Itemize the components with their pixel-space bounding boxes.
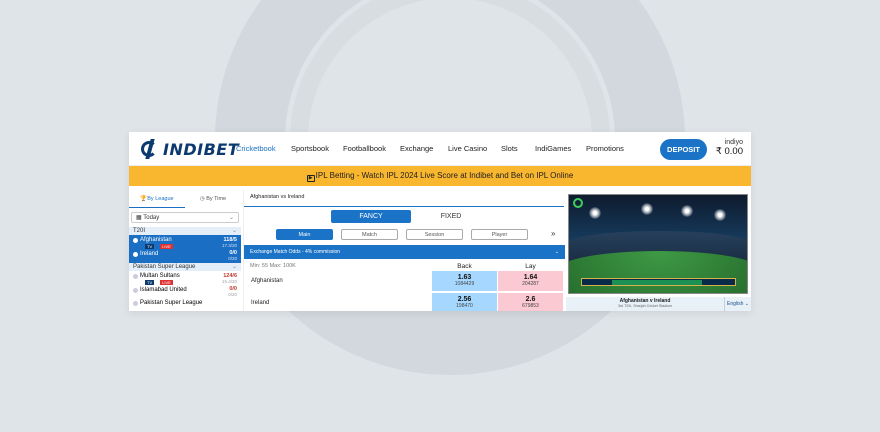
screenshot-frame: INDIBET Cricketbook Sportsbook Footballb… <box>129 132 751 311</box>
nav-sportsbook[interactable]: Sportsbook <box>291 144 329 153</box>
odds-price: 1.64 <box>523 274 538 281</box>
subtab-player[interactable]: Player <box>471 229 528 240</box>
tab-by-time[interactable]: ◷ By Time <box>185 190 241 208</box>
live-badge: LIVE <box>160 244 173 249</box>
promo-banner[interactable]: ▶ IPL Betting - Watch IPL 2024 Live Score… <box>129 166 751 186</box>
deposit-button[interactable]: DEPOSIT <box>660 139 707 160</box>
team-overs: 17.3/20 <box>221 243 237 248</box>
odds-volume: 679853 <box>522 303 539 309</box>
language-value: English <box>727 301 744 307</box>
breadcrumb: Afghanistan vs Ireland <box>244 190 564 207</box>
nav-live-casino[interactable]: Live Casino <box>448 144 487 153</box>
tv-icon: ▶ <box>306 175 315 182</box>
banner-text: IPL Betting - Watch IPL 2024 Live Score … <box>315 171 574 180</box>
team-name: Ireland <box>133 251 237 258</box>
date-filter-value: Today <box>143 215 160 221</box>
team-overs: 0/20 <box>228 256 237 261</box>
brand-logo[interactable]: INDIBET <box>141 139 239 159</box>
nav-indigames[interactable]: IndiGames <box>535 144 571 153</box>
odds-price: 1.63 <box>457 274 472 281</box>
tab-fancy[interactable]: FANCY <box>331 210 411 223</box>
brand-name: INDIBET <box>163 139 240 159</box>
nav-cricketbook[interactable]: Cricketbook <box>236 144 276 153</box>
floodlight <box>641 203 653 215</box>
balance: ₹ 0.00 <box>715 146 743 157</box>
lay-odds-button[interactable]: 2.6 679853 <box>498 293 563 311</box>
odds-volume: 198470 <box>456 303 473 309</box>
tab-by-league[interactable]: 🏆By League <box>129 190 185 208</box>
sidebar-tabs: 🏆By League ◷ By Time <box>129 190 241 208</box>
odds-price: 2.6 <box>525 296 536 303</box>
floodlight <box>714 209 726 221</box>
floodlight <box>589 207 601 219</box>
tv-badge: TV <box>145 280 155 285</box>
tab-by-league-label: By League <box>147 196 174 202</box>
league-group-header[interactable]: Pakistan Super League ⌄ <box>129 263 241 271</box>
double-chevron-down-icon[interactable]: » <box>551 229 555 238</box>
market-type-tabs: FANCY FIXED <box>331 210 491 223</box>
live-video-player[interactable] <box>568 194 748 294</box>
market-header[interactable]: Exchange Match Odds - 4% commission ⌄ <box>244 245 565 259</box>
stream-subtitle: 3rd T20I, Sharjah Cricket Stadium <box>617 304 673 308</box>
chevron-down-icon: ⌄ <box>744 301 749 307</box>
cricket-field <box>569 251 747 293</box>
floodlight <box>681 205 693 217</box>
league-group-header[interactable]: Pakistan Super League <box>133 300 241 307</box>
tab-by-time-label: By Time <box>206 196 227 202</box>
market-panel: Afghanistan vs Ireland FANCY FIXED Main … <box>243 190 565 311</box>
odds-volume: 204287 <box>522 281 539 287</box>
chevron-down-icon: ⌄ <box>231 264 237 270</box>
tv-scorebar <box>581 278 736 286</box>
top-navbar: INDIBET Cricketbook Sportsbook Footballb… <box>129 132 751 166</box>
team-overs: 0/20 <box>228 292 237 297</box>
min-max-limits: Min: 55 Max: 100K <box>250 263 296 269</box>
back-odds-button[interactable]: 2.56 198470 <box>432 293 497 311</box>
nav-slots[interactable]: Slots <box>501 144 518 153</box>
tv-badge: TV <box>145 244 155 249</box>
nav-exchange[interactable]: Exchange <box>400 144 433 153</box>
subtab-session[interactable]: Session <box>406 229 463 240</box>
subtab-main[interactable]: Main <box>276 229 333 240</box>
chevron-down-icon: ⌄ <box>231 228 237 234</box>
channel-logo-icon <box>573 198 583 208</box>
market-title: Exchange Match Odds - 4% commission <box>250 249 341 255</box>
team-name: Islamabad United <box>133 287 237 294</box>
back-column-header: Back <box>457 263 472 270</box>
live-stream-panel: Afghanistan v Ireland 3rd T20I, Sharjah … <box>566 190 751 311</box>
odds-volume: 1084429 <box>454 281 475 287</box>
lay-odds-button[interactable]: 1.64 204287 <box>498 271 563 291</box>
username: indiyo <box>724 139 743 146</box>
tab-fixed[interactable]: FIXED <box>411 210 491 223</box>
chevron-down-icon: ⌄ <box>554 249 559 255</box>
user-account[interactable]: indiyo ₹ 0.00 <box>716 139 743 157</box>
runner-name: Ireland <box>251 300 270 306</box>
league-name: Pakistan Super League <box>133 264 196 270</box>
sidebar: 🏆By League ◷ By Time ▦ Today ⌄ T20I ⌄ Afg… <box>129 190 241 311</box>
date-filter-select[interactable]: ▦ Today ⌄ <box>131 212 239 223</box>
match-item[interactable]: Afghanistan TV LIVE Ireland 118/5 17.3/20… <box>129 235 241 263</box>
nav-footballbook[interactable]: Footballbook <box>343 144 386 153</box>
nav-promotions[interactable]: Promotions <box>586 144 624 153</box>
logo-icon <box>141 139 159 159</box>
language-select[interactable]: English ⌄ <box>724 297 751 311</box>
league-name: T20I <box>133 228 146 234</box>
back-odds-button[interactable]: 1.63 1084429 <box>432 271 497 291</box>
runner-name: Afghanistan <box>251 278 283 284</box>
match-item[interactable]: Multan Sultans TV LIVE Islamabad United 1… <box>129 271 241 299</box>
league-group-header[interactable]: T20I ⌄ <box>129 227 241 235</box>
lay-column-header: Lay <box>525 263 536 270</box>
chevron-down-icon: ⌄ <box>228 215 234 221</box>
market-subtabs: Main Match Session Player <box>276 229 528 240</box>
team-overs: 15.4/20 <box>221 279 237 284</box>
live-badge: LIVE <box>160 280 173 285</box>
odds-price: 2.56 <box>457 296 472 303</box>
stream-caption: Afghanistan v Ireland 3rd T20I, Sharjah … <box>566 297 724 311</box>
subtab-match[interactable]: Match <box>341 229 398 240</box>
